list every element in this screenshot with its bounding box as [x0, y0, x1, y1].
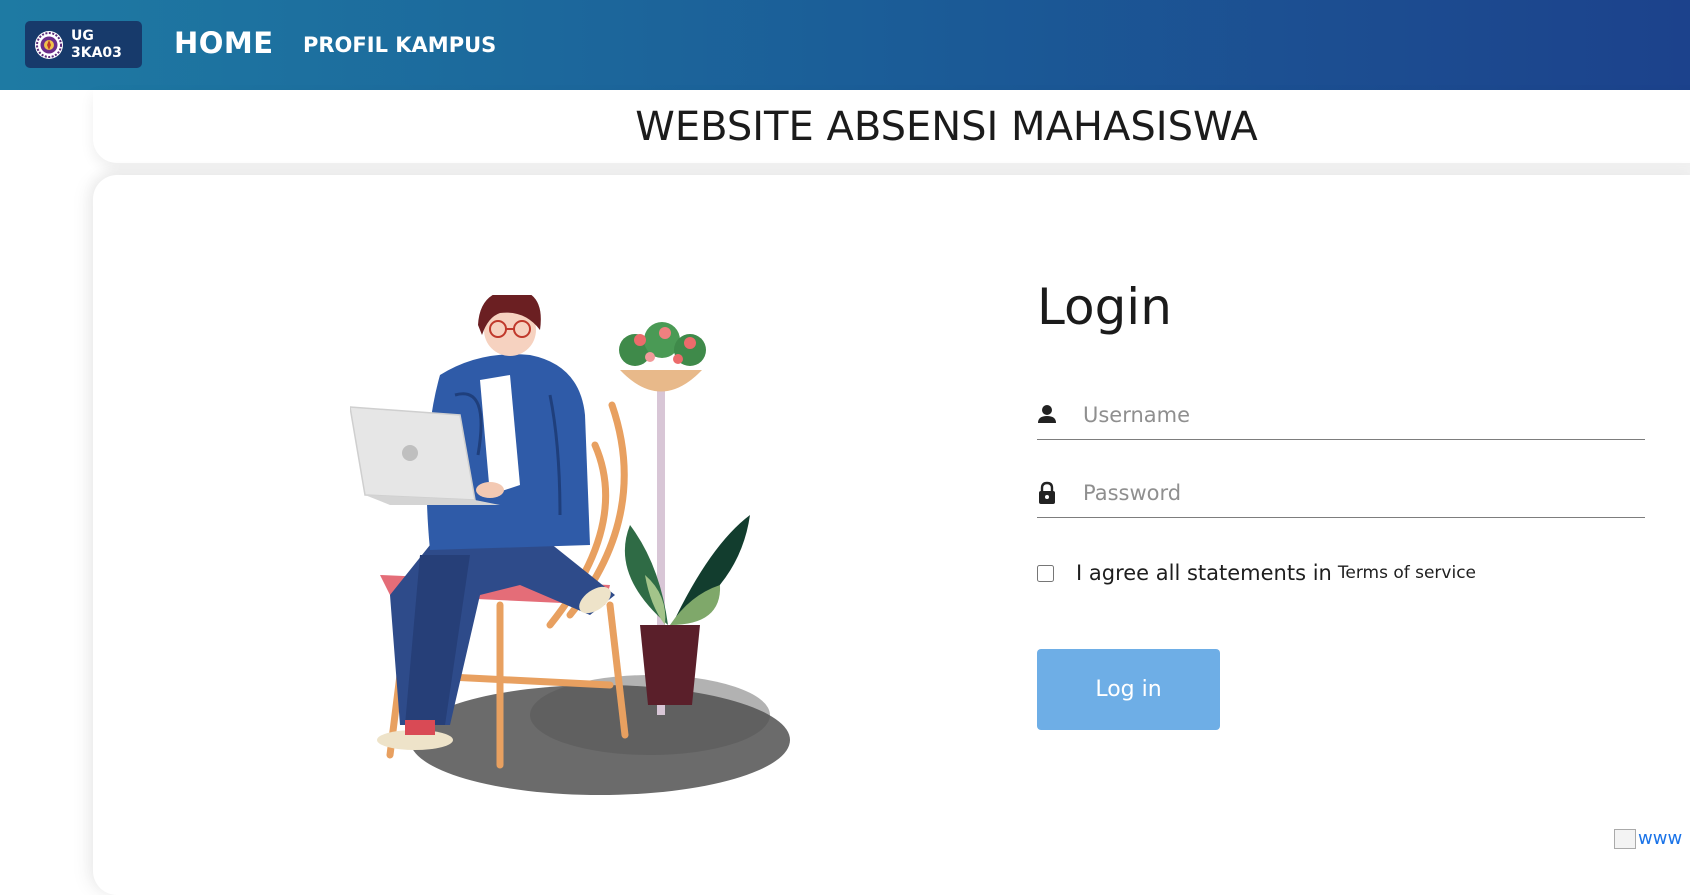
student-with-laptop-illustration — [350, 295, 790, 795]
brand-badge[interactable]: UG 3KA03 — [25, 21, 142, 68]
username-input[interactable] — [1081, 397, 1635, 433]
agree-text: I agree all statements in — [1076, 561, 1332, 585]
top-navbar: UG 3KA03 HOME PROFIL KAMPUS — [0, 0, 1690, 90]
login-button[interactable]: Log in — [1037, 649, 1220, 730]
password-input[interactable] — [1081, 475, 1635, 511]
broken-image-icon — [1614, 829, 1636, 849]
login-title: Login — [1037, 278, 1172, 336]
terms-agreement-row: I agree all statements in Terms of servi… — [1037, 560, 1476, 586]
nav-home-link[interactable]: HOME — [174, 26, 274, 60]
username-field — [1037, 393, 1645, 440]
nav-profil-kampus-link[interactable]: PROFIL KAMPUS — [303, 33, 496, 57]
terms-checkbox[interactable] — [1037, 564, 1054, 582]
person-icon — [1038, 405, 1056, 423]
brand-line1: UG — [71, 27, 94, 44]
brand-text: UG 3KA03 — [71, 28, 122, 62]
university-seal-icon — [35, 30, 63, 59]
broken-image-alt-text: www — [1638, 828, 1683, 849]
brand-line2: 3KA03 — [71, 44, 122, 61]
password-field — [1037, 471, 1645, 518]
broken-image: www — [1614, 828, 1690, 851]
login-card — [93, 175, 1690, 895]
terms-of-service-link[interactable]: Terms of service — [1338, 563, 1476, 583]
page-title: WEBSITE ABSENSI MAHASISWA — [635, 104, 1258, 150]
flower-cluster — [619, 322, 706, 366]
lock-icon — [1039, 481, 1055, 504]
